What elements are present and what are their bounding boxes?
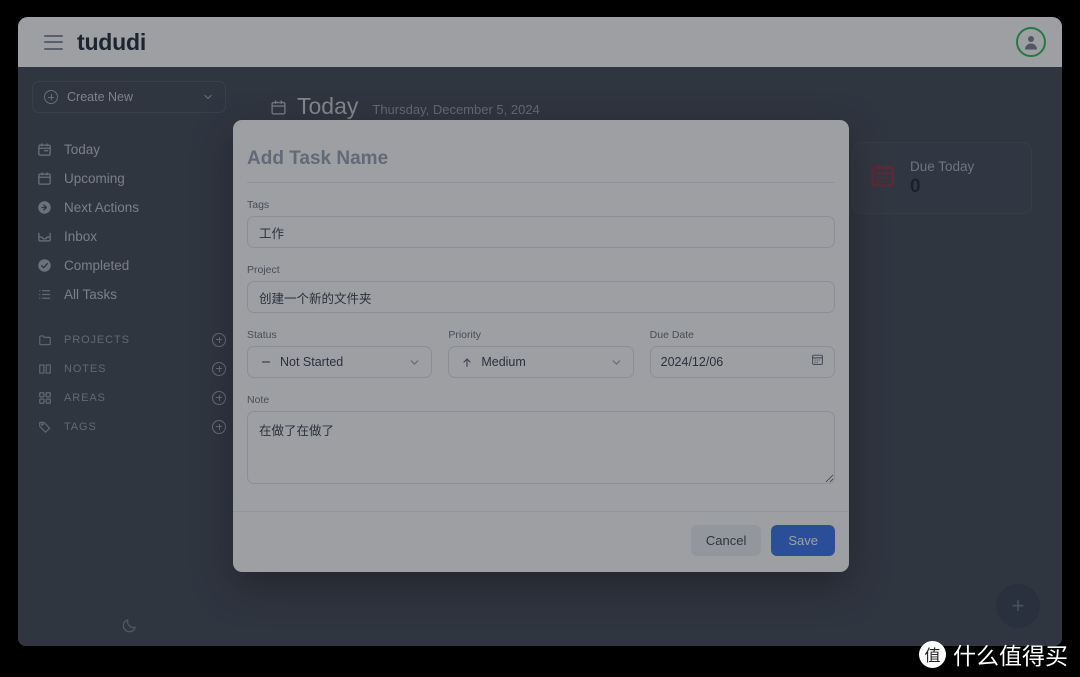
app-window: tududi Create New Today Upcoming Next Ac…	[18, 17, 1062, 646]
watermark-logo-icon: 值	[919, 640, 946, 668]
modal-overlay[interactable]	[18, 17, 1062, 646]
watermark-text: 什么值得买	[953, 644, 1068, 670]
watermark: 值 什么值得买	[919, 637, 1068, 671]
